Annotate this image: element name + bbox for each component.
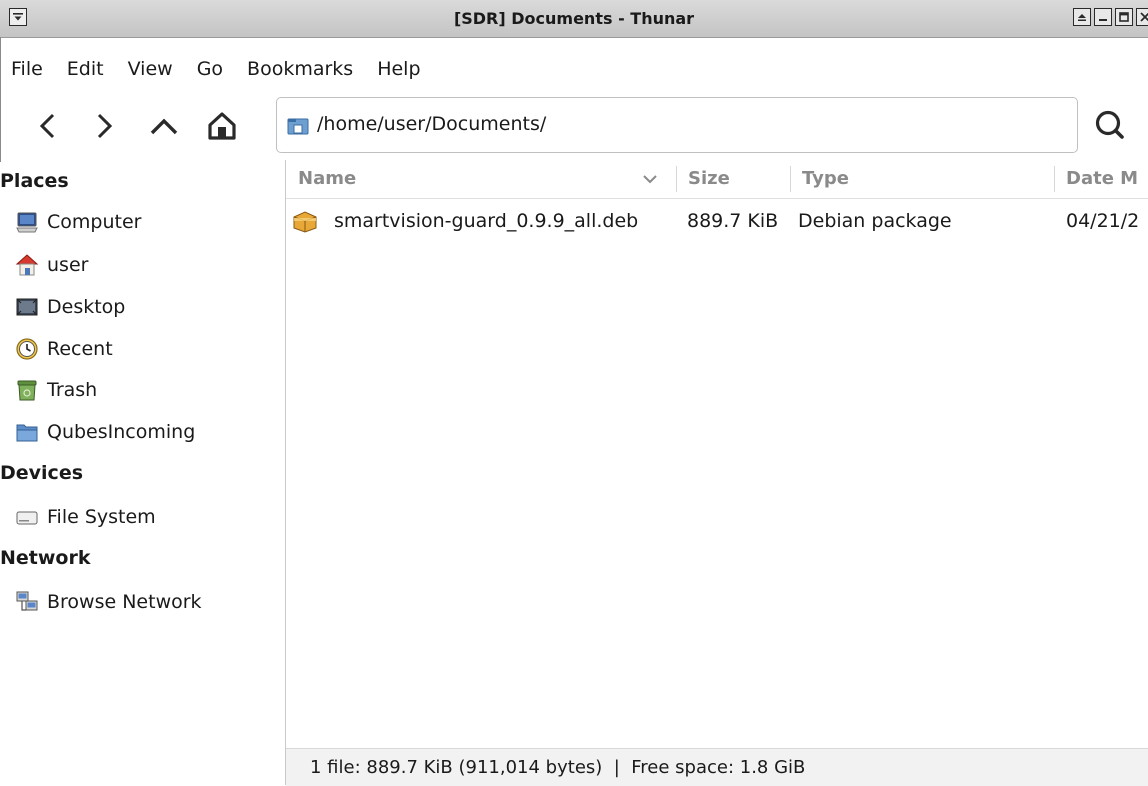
sidebar-item-trash[interactable]: Trash: [15, 373, 97, 407]
location-path: /home/user/Documents/: [317, 113, 547, 135]
menu-view[interactable]: View: [117, 58, 186, 80]
back-button[interactable]: [28, 106, 68, 146]
status-bar: 1 file: 889.7 KiB (911,014 bytes) | Free…: [286, 748, 1148, 786]
location-bar[interactable]: /home/user/Documents/: [276, 97, 1078, 153]
menu-go[interactable]: Go: [186, 58, 236, 80]
sidebar-item-label: user: [47, 254, 89, 276]
recent-icon: [15, 337, 39, 361]
package-icon: [292, 209, 318, 238]
shade-icon: [1078, 14, 1086, 21]
up-button[interactable]: [144, 106, 184, 146]
computer-icon: [15, 210, 39, 234]
column-header-size[interactable]: Size: [688, 160, 730, 198]
sidebar-item-label: Computer: [47, 211, 142, 233]
sidebar-item-file-system[interactable]: File System: [15, 500, 156, 534]
chevron-right-icon: [97, 113, 113, 139]
minimize-icon: [1099, 19, 1107, 21]
status-text: 1 file: 889.7 KiB (911,014 bytes) | Free…: [310, 757, 806, 778]
sidebar-item-browse-network[interactable]: Browse Network: [15, 585, 202, 619]
menu-help[interactable]: Help: [366, 58, 433, 80]
column-separator[interactable]: [676, 166, 677, 192]
search-button[interactable]: [1090, 105, 1130, 145]
file-list-area[interactable]: [286, 240, 1148, 748]
file-name: smartvision-guard_0.9.9_all.deb: [334, 210, 639, 232]
column-separator[interactable]: [790, 166, 791, 192]
file-row[interactable]: smartvision-guard_0.9.9_all.deb 889.7 Ki…: [286, 202, 1148, 240]
home-icon: [208, 112, 236, 140]
desktop-icon: [15, 295, 39, 319]
home-icon: [15, 253, 39, 277]
menu-bar: File Edit View Go Bookmarks Help: [0, 52, 434, 86]
sidebar-item-label: Browse Network: [47, 591, 202, 613]
window-controls: [1073, 8, 1148, 26]
menu-bookmarks[interactable]: Bookmarks: [236, 58, 366, 80]
sidebar-item-label: File System: [47, 506, 156, 528]
drive-icon: [15, 505, 39, 529]
sidebar: Places Computer user Desktop Recent Tras…: [0, 162, 285, 785]
home-button[interactable]: [202, 106, 242, 146]
column-separator[interactable]: [1054, 166, 1055, 192]
maximize-button[interactable]: [1115, 8, 1133, 26]
shade-button[interactable]: [1073, 8, 1091, 26]
chevron-down-icon[interactable]: [642, 168, 658, 193]
column-header-type[interactable]: Type: [802, 160, 849, 198]
file-size: 889.7 KiB: [687, 210, 779, 232]
chevron-left-icon: [39, 113, 55, 139]
minimize-button[interactable]: [1094, 8, 1112, 26]
sidebar-heading-devices: Devices: [0, 462, 84, 484]
column-header-bar: Name Size Type Date M: [286, 160, 1148, 199]
close-icon: [1140, 12, 1148, 22]
forward-button[interactable]: [84, 106, 124, 146]
menu-edit[interactable]: Edit: [56, 58, 117, 80]
maximize-icon: [1119, 12, 1129, 22]
chevron-up-icon: [150, 118, 178, 135]
sidebar-item-label: Trash: [47, 379, 98, 401]
network-icon: [15, 590, 39, 614]
close-button[interactable]: [1136, 8, 1148, 26]
sidebar-item-qubesincoming[interactable]: QubesIncoming: [15, 415, 195, 449]
file-type: Debian package: [798, 210, 952, 232]
search-icon: [1095, 110, 1124, 139]
sidebar-item-label: Desktop: [47, 296, 126, 318]
window-title: [SDR] Documents - Thunar: [453, 9, 695, 28]
menu-file[interactable]: File: [0, 58, 56, 80]
trash-icon: [15, 378, 39, 402]
sidebar-item-label: QubesIncoming: [47, 421, 196, 443]
sidebar-item-recent[interactable]: Recent: [15, 332, 113, 366]
sidebar-item-label: Recent: [47, 338, 113, 360]
sidebar-item-desktop[interactable]: Desktop: [15, 290, 125, 324]
sidebar-heading-places: Places: [0, 170, 69, 192]
folder-icon: [15, 420, 39, 444]
sidebar-item-user[interactable]: user: [15, 248, 88, 282]
sidebar-item-computer[interactable]: Computer: [15, 205, 141, 239]
file-date: 04/21/2: [1066, 210, 1140, 232]
column-header-name[interactable]: Name: [298, 160, 356, 198]
column-header-date[interactable]: Date M: [1066, 160, 1138, 198]
folder-icon: [287, 117, 309, 140]
title-bar: [SDR] Documents - Thunar: [0, 0, 1148, 38]
sidebar-heading-network: Network: [0, 547, 91, 569]
